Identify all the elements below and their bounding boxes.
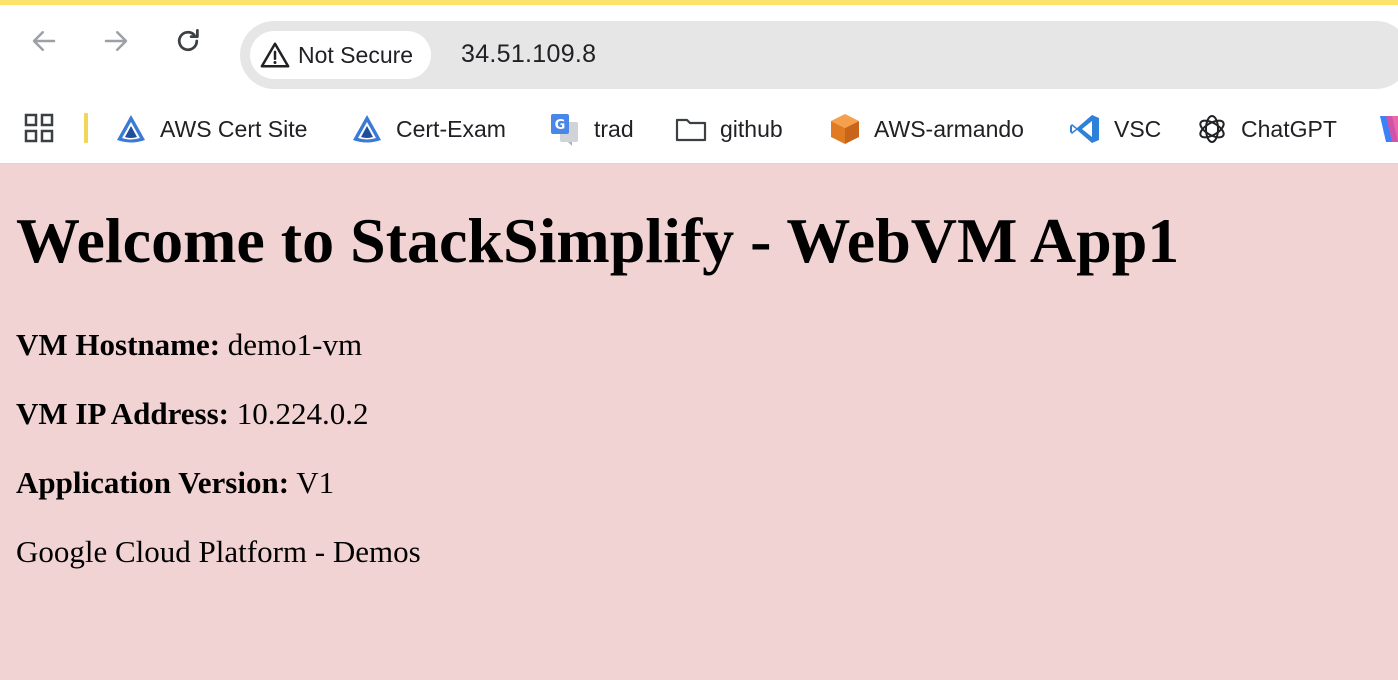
bookmark-overflow[interactable] bbox=[1372, 109, 1398, 149]
address-bar[interactable]: Not Secure 34.51.109.8 bbox=[240, 21, 1398, 89]
reload-button[interactable] bbox=[165, 18, 211, 64]
bookmark-label: github bbox=[720, 115, 783, 142]
cert-exam-icon bbox=[350, 112, 384, 146]
bookmark-aws-cert-site[interactable]: AWS Cert Site bbox=[114, 109, 307, 149]
bookmark-label: trad bbox=[594, 115, 634, 142]
copilot-icon bbox=[1372, 112, 1398, 146]
apps-grid-icon[interactable] bbox=[24, 113, 54, 143]
forward-arrow-icon bbox=[104, 31, 128, 51]
bookmark-github[interactable]: github bbox=[674, 109, 783, 149]
browser-chrome: Not Secure 34.51.109.8 AWS Cert Site Cer… bbox=[0, 0, 1398, 164]
folder-icon bbox=[674, 112, 708, 146]
chatgpt-icon bbox=[1195, 112, 1229, 146]
vscode-icon bbox=[1068, 112, 1102, 146]
bookmark-label: VSC bbox=[1114, 115, 1162, 142]
bookmark-cert-exam[interactable]: Cert-Exam bbox=[350, 109, 506, 149]
bookmarks-divider bbox=[84, 113, 88, 143]
app-version-value: V1 bbox=[296, 465, 335, 500]
aws-cert-site-icon bbox=[114, 112, 148, 146]
security-indicator[interactable]: Not Secure bbox=[250, 31, 432, 79]
back-arrow-icon bbox=[32, 31, 56, 51]
bookmark-label: ChatGPT bbox=[1241, 115, 1337, 142]
bookmark-label: AWS-armando bbox=[874, 115, 1024, 142]
back-button[interactable] bbox=[21, 18, 67, 64]
footer-text: Google Cloud Platform - Demos bbox=[16, 534, 421, 569]
hostname-line: VM Hostname: demo1-vm bbox=[16, 326, 362, 363]
bookmark-chatgpt[interactable]: ChatGPT bbox=[1195, 109, 1337, 149]
bookmark-aws-armando[interactable]: AWS-armando bbox=[828, 109, 1024, 149]
app-version-label: Application Version: bbox=[16, 465, 290, 500]
url-text[interactable]: 34.51.109.8 bbox=[461, 40, 596, 69]
bookmark-label: Cert-Exam bbox=[396, 115, 506, 142]
page-title: Welcome to StackSimplify - WebVM App1 bbox=[16, 205, 1180, 276]
hostname-label: VM Hostname: bbox=[16, 327, 221, 362]
ip-address-value: 10.224.0.2 bbox=[236, 396, 369, 431]
reload-icon bbox=[177, 29, 199, 52]
page-content: Welcome to StackSimplify - WebVM App1 VM… bbox=[0, 164, 1398, 680]
hostname-value: demo1-vm bbox=[227, 327, 363, 362]
warning-icon bbox=[260, 42, 290, 68]
app-version-line: Application Version: V1 bbox=[16, 464, 334, 501]
ip-address-label: VM IP Address: bbox=[16, 396, 230, 431]
bookmark-vsc[interactable]: VSC bbox=[1068, 109, 1161, 149]
browser-toolbar: Not Secure 34.51.109.8 bbox=[0, 10, 1398, 92]
forward-button[interactable] bbox=[93, 18, 139, 64]
bookmarks-bar: AWS Cert Site Cert-Exam G trad github AW… bbox=[0, 101, 1398, 157]
svg-text:G: G bbox=[555, 118, 566, 133]
google-translate-icon: G bbox=[548, 112, 582, 146]
aws-cube-icon bbox=[828, 112, 862, 146]
ip-address-line: VM IP Address: 10.224.0.2 bbox=[16, 395, 369, 432]
security-label: Not Secure bbox=[298, 41, 414, 68]
bookmark-trad[interactable]: G trad bbox=[548, 109, 634, 149]
bookmark-label: AWS Cert Site bbox=[160, 115, 308, 142]
